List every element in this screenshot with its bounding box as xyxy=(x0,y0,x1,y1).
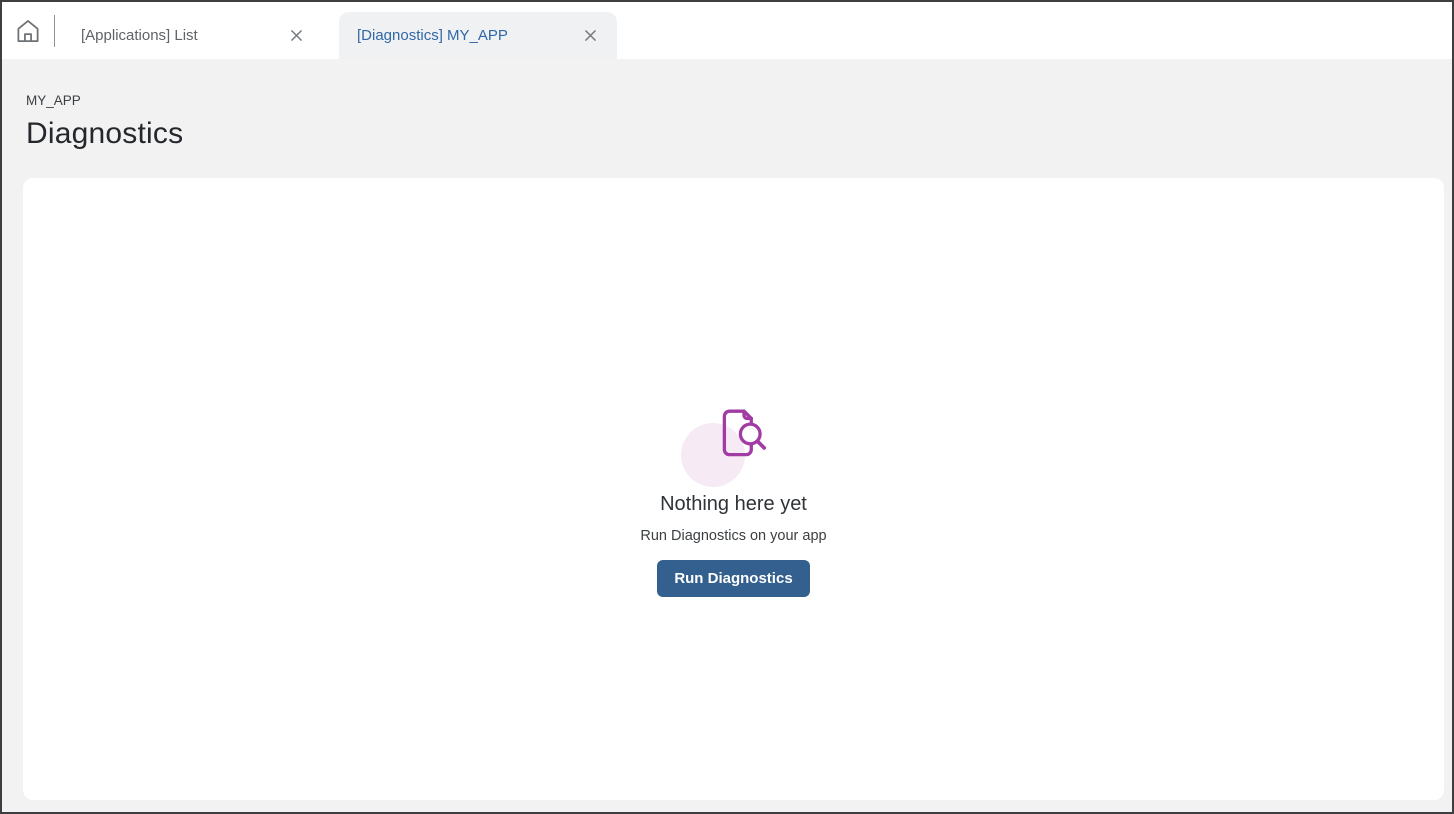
home-icon xyxy=(14,17,42,45)
close-icon xyxy=(584,29,597,42)
run-diagnostics-button[interactable]: Run Diagnostics xyxy=(657,560,809,597)
tab-applications-list[interactable]: [Applications] List xyxy=(63,12,323,59)
document-search-icon xyxy=(713,405,773,465)
close-tab-button[interactable] xyxy=(283,23,309,49)
breadcrumb: MY_APP xyxy=(26,93,1428,108)
tab-label: [Diagnostics] MY_APP xyxy=(357,27,508,44)
page-header: MY_APP Diagnostics xyxy=(2,59,1452,151)
page-title: Diagnostics xyxy=(26,117,1428,151)
empty-state-subtitle: Run Diagnostics on your app xyxy=(640,528,826,544)
content-card: Nothing here yet Run Diagnostics on your… xyxy=(23,178,1444,800)
app-window: [Applications] List [Diagnostics] MY_APP xyxy=(0,0,1454,814)
close-icon xyxy=(290,29,303,42)
tab-label: [Applications] List xyxy=(81,27,198,44)
home-button[interactable] xyxy=(2,2,54,59)
tab-bar: [Applications] List [Diagnostics] MY_APP xyxy=(2,2,1452,59)
empty-state-title: Nothing here yet xyxy=(660,493,807,516)
tab-diagnostics-my-app[interactable]: [Diagnostics] MY_APP xyxy=(339,12,617,59)
tab-divider xyxy=(54,15,55,47)
empty-state-icon-wrap xyxy=(693,405,773,477)
empty-state: Nothing here yet Run Diagnostics on your… xyxy=(640,405,826,597)
close-tab-button[interactable] xyxy=(577,23,603,49)
